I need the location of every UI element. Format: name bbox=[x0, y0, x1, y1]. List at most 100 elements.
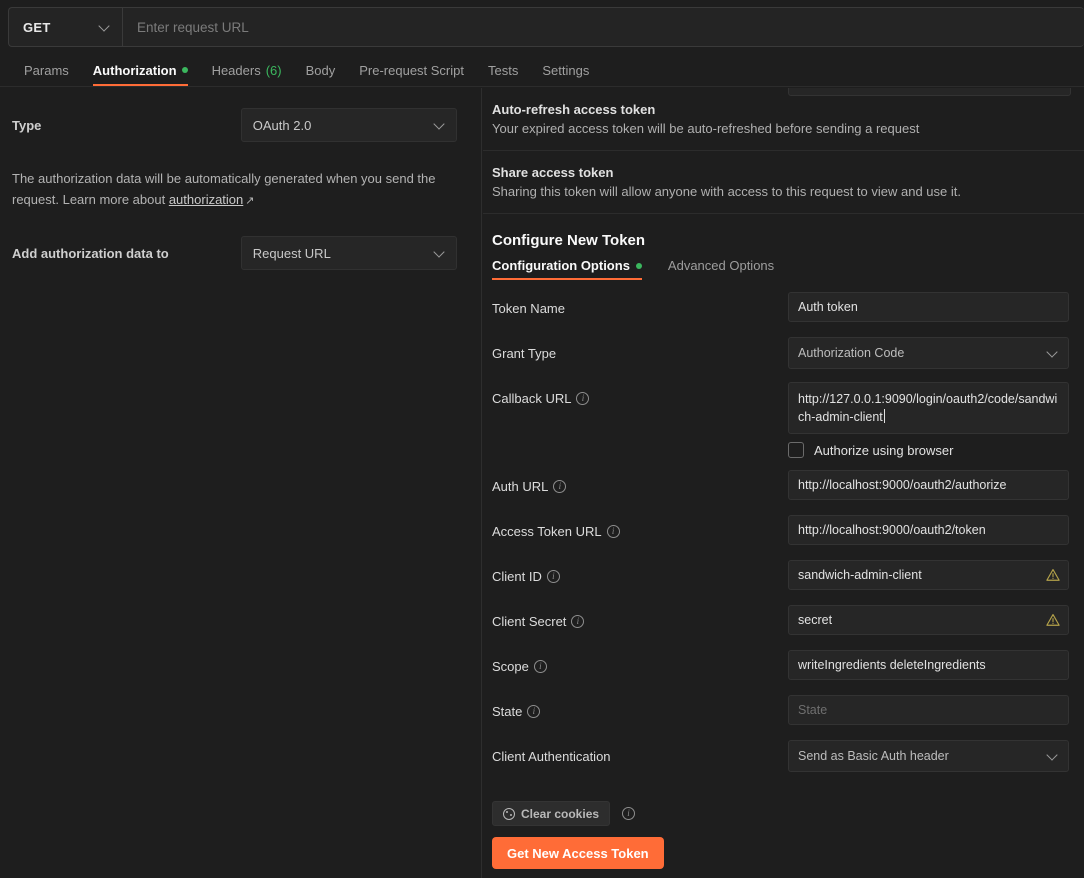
token-actions: Clear cookies i Get New Access Token bbox=[483, 785, 1084, 869]
field-label-text: Token Name bbox=[492, 301, 565, 316]
status-dot-icon bbox=[635, 262, 642, 269]
tab-label: Headers bbox=[211, 62, 261, 78]
tab-label: Pre-request Script bbox=[359, 62, 464, 78]
clear-cookies-row: Clear cookies i bbox=[492, 801, 1075, 826]
field-row-state: State i State bbox=[492, 695, 1075, 740]
share-token-description: Sharing this token will allow anyone wit… bbox=[492, 184, 961, 199]
field-row-grant-type: Grant Type Authorization Code bbox=[492, 337, 1075, 382]
clear-cookies-label: Clear cookies bbox=[521, 806, 600, 821]
auth-type-label: Type bbox=[12, 117, 42, 133]
token-name-input[interactable]: Auth token bbox=[788, 292, 1069, 322]
tab-pre-request-script[interactable]: Pre-request Script bbox=[347, 54, 476, 86]
info-icon[interactable]: i bbox=[546, 570, 560, 583]
chevron-down-icon bbox=[1048, 751, 1058, 761]
add-auth-data-select[interactable]: Request URL bbox=[240, 236, 457, 270]
http-method-value: GET bbox=[23, 19, 51, 35]
request-tabs: Params Authorization Headers (6) Body Pr… bbox=[0, 54, 1084, 87]
access-token-url-input[interactable]: http://localhost:9000/oauth2/token bbox=[788, 515, 1069, 545]
tab-body[interactable]: Body bbox=[294, 54, 348, 86]
client-secret-input[interactable]: secret bbox=[788, 605, 1069, 635]
configure-subtabs: Configuration Options Advanced Options bbox=[492, 258, 1068, 280]
tab-label: Params bbox=[24, 62, 69, 78]
token-name-label: Token Name bbox=[492, 292, 788, 316]
info-icon[interactable]: i bbox=[622, 807, 636, 820]
state-label: State i bbox=[492, 695, 788, 719]
warning-triangle-icon[interactable] bbox=[1046, 613, 1060, 627]
field-label-text: Callback URL bbox=[492, 391, 572, 406]
field-row-callback-url: Callback URL i http://127.0.0.1:9090/log… bbox=[492, 382, 1075, 458]
subtab-label: Advanced Options bbox=[667, 258, 775, 273]
info-icon[interactable]: i bbox=[527, 705, 541, 718]
scrolled-off-field[interactable] bbox=[788, 88, 1071, 96]
auth-type-value: OAuth 2.0 bbox=[252, 117, 312, 133]
chevron-down-icon bbox=[435, 248, 445, 258]
warning-triangle-icon[interactable] bbox=[1046, 568, 1060, 582]
auth-url-input[interactable]: http://localhost:9000/oauth2/authorize bbox=[788, 470, 1069, 500]
field-row-access-token-url: Access Token URL i http://localhost:9000… bbox=[492, 515, 1075, 560]
field-row-token-name: Token Name Auth token bbox=[492, 292, 1075, 337]
authorization-left-panel: Type OAuth 2.0 The authorization data wi… bbox=[0, 88, 482, 878]
field-label-text: Client ID bbox=[492, 569, 542, 584]
tab-headers[interactable]: Headers (6) bbox=[200, 54, 294, 86]
token-name-value: Auth token bbox=[798, 300, 858, 314]
auto-refresh-description: Your expired access token will be auto-r… bbox=[492, 121, 920, 136]
share-token-title: Share access token bbox=[492, 165, 614, 180]
tab-authorization[interactable]: Authorization bbox=[81, 54, 200, 86]
configure-new-token-header: Configure New Token Configuration Option… bbox=[483, 214, 1084, 280]
request-url-input[interactable] bbox=[137, 19, 1070, 35]
client-id-value: sandwich-admin-client bbox=[798, 568, 922, 582]
authorize-using-browser-label: Authorize using browser bbox=[814, 442, 954, 458]
tab-label: Body bbox=[305, 62, 336, 78]
info-icon[interactable]: i bbox=[533, 660, 547, 673]
info-icon[interactable]: i bbox=[571, 615, 585, 628]
add-auth-data-value: Request URL bbox=[252, 245, 331, 261]
share-token-section: Share access token Sharing this token wi… bbox=[483, 151, 1084, 214]
oauth2-configuration-panel: Auto-refresh access token Your expired a… bbox=[483, 88, 1084, 878]
subtab-configuration-options[interactable]: Configuration Options bbox=[492, 258, 652, 280]
access-token-url-label: Access Token URL i bbox=[492, 515, 788, 539]
state-input[interactable]: State bbox=[788, 695, 1069, 725]
auth-type-select[interactable]: OAuth 2.0 bbox=[240, 108, 457, 142]
grant-type-select[interactable]: Authorization Code bbox=[788, 337, 1069, 369]
callback-url-input[interactable]: http://127.0.0.1:9090/login/oauth2/code/… bbox=[788, 382, 1069, 434]
clear-cookies-button[interactable]: Clear cookies bbox=[492, 801, 611, 826]
text-cursor bbox=[883, 409, 885, 423]
external-link-icon: ↗ bbox=[245, 195, 255, 207]
auto-refresh-section: Auto-refresh access token Your expired a… bbox=[483, 88, 1084, 151]
authorization-docs-link[interactable]: authorization bbox=[169, 192, 243, 207]
client-authentication-label: Client Authentication bbox=[492, 740, 788, 764]
state-placeholder: State bbox=[798, 703, 828, 717]
authorize-using-browser-checkbox[interactable] bbox=[788, 442, 804, 458]
field-row-client-id: Client ID i sandwich-admin-client bbox=[492, 560, 1075, 605]
authorize-using-browser-row[interactable]: Authorize using browser bbox=[788, 442, 1075, 458]
client-secret-label: Client Secret i bbox=[492, 605, 788, 629]
tab-settings[interactable]: Settings bbox=[530, 54, 601, 86]
info-icon[interactable]: i bbox=[606, 525, 620, 538]
field-row-client-authentication: Client Authentication Send as Basic Auth… bbox=[492, 740, 1075, 785]
subtab-advanced-options[interactable]: Advanced Options bbox=[668, 258, 784, 280]
client-authentication-select[interactable]: Send as Basic Auth header bbox=[788, 740, 1069, 772]
scope-value: writeIngredients deleteIngredients bbox=[798, 658, 986, 672]
client-id-input[interactable]: sandwich-admin-client bbox=[788, 560, 1069, 590]
add-auth-data-label: Add authorization data to bbox=[12, 245, 169, 261]
field-label-text: Grant Type bbox=[492, 346, 557, 361]
auto-refresh-title: Auto-refresh access token bbox=[492, 102, 656, 117]
get-new-access-token-button[interactable]: Get New Access Token bbox=[492, 837, 664, 869]
add-auth-data-row: Add authorization data to Request URL bbox=[12, 236, 457, 270]
cookie-icon bbox=[503, 807, 515, 820]
tab-params[interactable]: Params bbox=[12, 54, 81, 86]
scope-input[interactable]: writeIngredients deleteIngredients bbox=[788, 650, 1069, 680]
tab-tests[interactable]: Tests bbox=[476, 54, 530, 86]
http-method-select[interactable]: GET bbox=[8, 7, 122, 47]
tab-label: Settings bbox=[542, 62, 590, 78]
token-configuration-form: Token Name Auth token Grant Type Authori… bbox=[483, 280, 1084, 785]
field-label-text: Client Secret bbox=[492, 614, 567, 629]
access-token-url-value: http://localhost:9000/oauth2/token bbox=[798, 523, 986, 537]
field-label-text: Auth URL bbox=[492, 479, 549, 494]
info-icon[interactable]: i bbox=[553, 480, 567, 493]
field-row-scope: Scope i writeIngredients deleteIngredien… bbox=[492, 650, 1075, 695]
info-icon[interactable]: i bbox=[576, 392, 590, 405]
client-authentication-value: Send as Basic Auth header bbox=[798, 749, 949, 763]
request-url-field[interactable] bbox=[122, 7, 1084, 47]
auth-type-row: Type OAuth 2.0 bbox=[12, 108, 457, 142]
